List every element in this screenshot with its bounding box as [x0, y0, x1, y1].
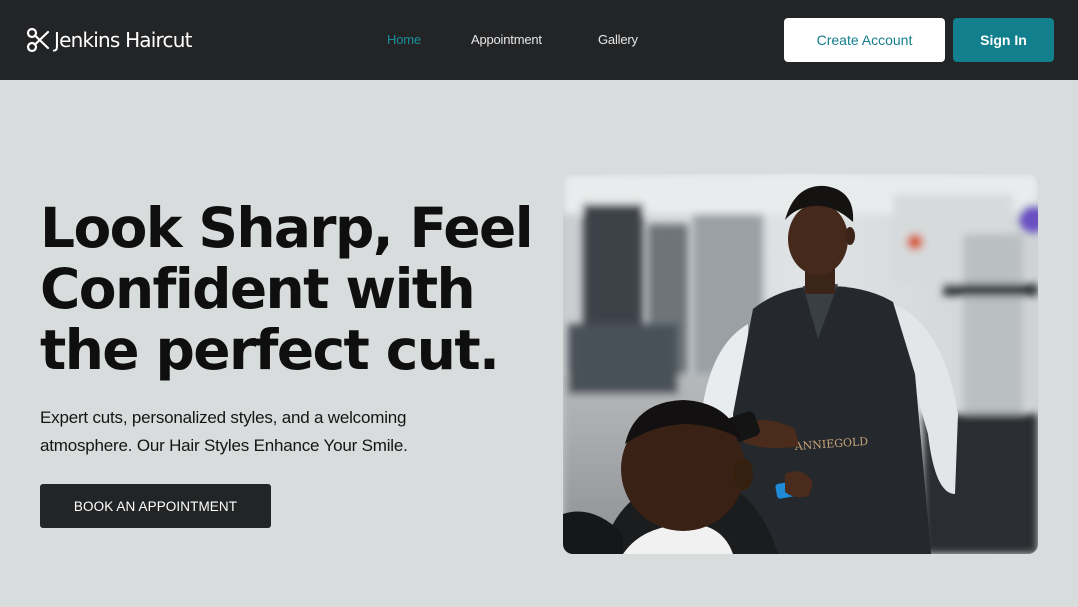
nav-link-home[interactable]: Home	[387, 32, 421, 48]
top-navbar: Jenkins Haircut Home Appointment Gallery…	[0, 0, 1078, 80]
hero-title-line: Confident with	[40, 257, 476, 321]
hero-title-line: the perfect cut.	[40, 318, 500, 382]
hero-subtitle-line: Expert cuts, personalized styles, and a …	[40, 408, 407, 427]
book-appointment-button[interactable]: BOOK AN APPOINTMENT	[40, 484, 271, 528]
hero-subtitle-line: atmosphere. Our Hair Styles Enhance Your…	[40, 436, 408, 455]
sign-in-button[interactable]: Sign In	[953, 18, 1054, 62]
hero-subtitle: Expert cuts, personalized styles, and a …	[40, 404, 480, 460]
nav-link-gallery[interactable]: Gallery	[598, 32, 638, 48]
hero-image-barber: ANNIEGOLD	[563, 174, 1038, 554]
nav-link-appointment[interactable]: Appointment	[471, 32, 542, 48]
create-account-button[interactable]: Create Account	[784, 18, 945, 62]
hero-title: Look Sharp, Feel Confident with the perf…	[40, 198, 540, 381]
hero-title-line: Look Sharp, Feel	[40, 196, 534, 260]
